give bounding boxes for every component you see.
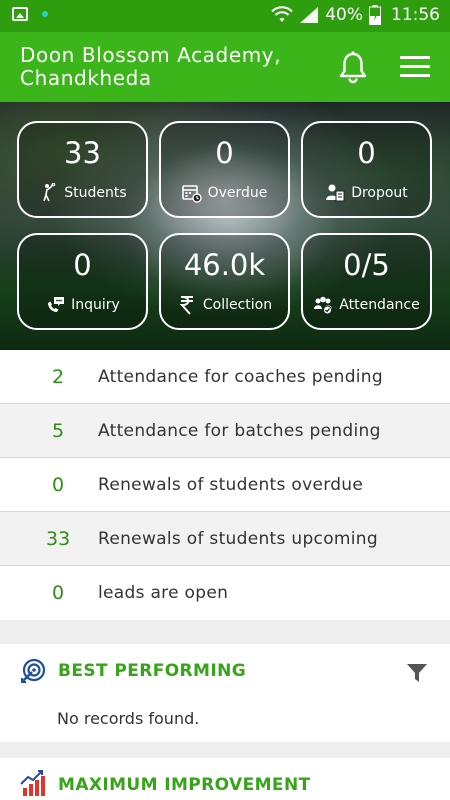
summary-text: Renewals of students overdue [98,474,364,495]
dropout-label: Dropout [351,185,408,201]
summary-text: leads are open [98,583,229,603]
attendance-tile[interactable]: 0/5 Attendance [301,233,432,330]
summary-count: 0 [52,473,65,496]
inquiry-label: Inquiry [71,297,120,313]
maximum-improvement-title: MAXIMUM IMPROVEMENT [58,775,311,795]
stats-hero: 33 Students 0 Overdue 0 Dropout 0 Inquir… [0,102,450,350]
summary-text: Renewals of students upcoming [98,528,378,549]
signal-icon [300,7,319,23]
group-check-icon [314,296,333,315]
page-title: Doon Blossom Academy, Chandkheda [20,43,282,90]
battery-percent: 40% [325,5,363,25]
bell-icon[interactable] [336,50,370,84]
overdue-label: Overdue [207,185,268,201]
phone-chat-icon [48,297,65,312]
summary-text: Attendance for coaches pending [98,366,383,387]
target-icon [21,658,46,683]
summary-row[interactable]: 0 Renewals of students overdue [0,458,450,512]
wifi-icon [271,6,293,22]
summary-text: Attendance for batches pending [98,420,381,441]
students-label: Students [64,185,127,201]
calendar-clock-icon [181,185,202,203]
students-value: 33 [64,136,101,170]
dropout-value: 0 [357,136,376,170]
summary-count: 2 [52,365,65,388]
filter-icon[interactable] [406,662,428,684]
best-performing-card: BEST PERFORMING No records found. [0,644,450,742]
summary-count: 33 [46,527,71,550]
best-performing-header: BEST PERFORMING [0,644,450,700]
summary-row[interactable]: 5 Attendance for batches pending [0,404,450,458]
maximum-improvement-card: MAXIMUM IMPROVEMENT [0,758,450,800]
app-bar: Doon Blossom Academy, Chandkheda [0,32,450,102]
students-tile[interactable]: 33 Students [17,121,148,218]
collection-tile[interactable]: 46.0k Collection [159,233,290,330]
best-performing-empty-message: No records found. [57,709,200,728]
hamburger-menu-icon[interactable] [400,56,430,78]
attendance-label: Attendance [339,297,420,313]
best-performing-title: BEST PERFORMING [58,661,247,681]
inquiry-tile[interactable]: 0 Inquiry [17,233,148,330]
clock: 11:56 [391,5,440,25]
overdue-value: 0 [215,136,234,170]
growth-chart-icon [20,770,45,796]
notification-dot-icon [42,11,48,17]
summary-list: 2 Attendance for coaches pending 5 Atten… [0,350,450,620]
dropout-tile[interactable]: 0 Dropout [301,121,432,218]
inquiry-value: 0 [73,248,92,282]
summary-row[interactable]: 0 leads are open [0,566,450,620]
collection-label: Collection [202,297,273,313]
attendance-value: 0/5 [343,248,390,282]
collection-value: 46.0k [183,248,266,282]
gallery-notification-icon [12,7,28,21]
status-bar: 40% 11:56 [0,0,450,32]
summary-row[interactable]: 2 Attendance for coaches pending [0,350,450,404]
battery-charging-icon [369,5,381,25]
maximum-improvement-header: MAXIMUM IMPROVEMENT [0,758,450,800]
summary-count: 5 [52,419,65,442]
overdue-tile[interactable]: 0 Overdue [159,121,290,218]
badminton-player-icon [43,183,56,202]
user-document-icon [326,184,345,202]
rupee-icon [179,296,193,315]
summary-count: 0 [52,582,65,604]
summary-row[interactable]: 33 Renewals of students upcoming [0,512,450,566]
